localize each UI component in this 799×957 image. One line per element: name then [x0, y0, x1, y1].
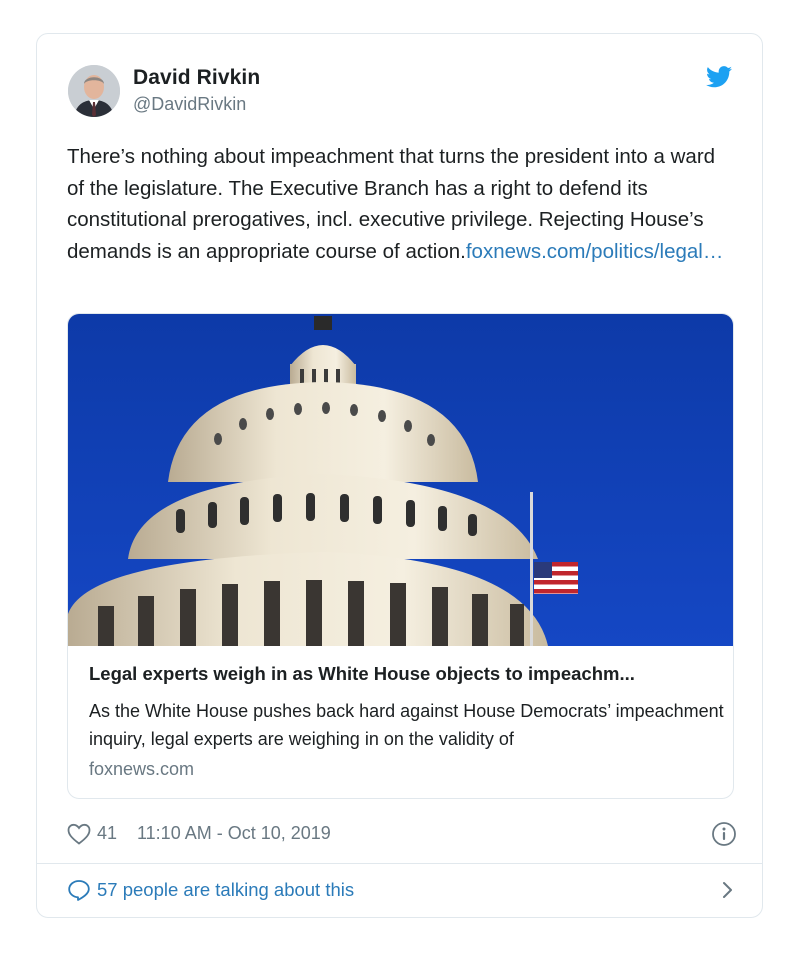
card-domain: foxnews.com [89, 759, 195, 779]
conversation-label[interactable]: 57 people are talking about this [97, 879, 354, 901]
speech-bubble-icon [68, 880, 90, 901]
conversation-link[interactable]: 57 people are talking about this [67, 876, 737, 906]
chevron-right-icon[interactable] [719, 879, 735, 901]
capitol-dome-image [68, 314, 733, 646]
tweet-link[interactable]: foxnews.com/politics/legal… [466, 240, 724, 263]
tweet-text: There’s nothing about impeachment that t… [67, 141, 737, 267]
divider [37, 863, 762, 864]
card-title[interactable]: Legal experts weigh in as White House ob… [89, 663, 719, 685]
author-avatar[interactable] [68, 65, 120, 117]
embedded-tweet[interactable]: David Rivkin @DavidRivkin There’s nothin… [36, 33, 763, 918]
author-handle[interactable]: @DavidRivkin [133, 94, 246, 115]
card-description: As the White House pushes back hard agai… [89, 701, 724, 749]
info-icon[interactable] [711, 821, 737, 847]
tweet-timestamp[interactable]: 11:10 AM - Oct 10, 2019 [137, 823, 331, 844]
heart-icon[interactable] [67, 823, 91, 845]
twitter-bird-icon[interactable] [706, 66, 732, 88]
author-name[interactable]: David Rivkin [133, 66, 260, 90]
like-count[interactable]: 41 [97, 823, 117, 844]
tweet-meta: 41 11:10 AM - Oct 10, 2019 [67, 821, 737, 847]
avatar-photo [68, 65, 120, 117]
link-preview-card[interactable]: Legal experts weigh in as White House ob… [67, 313, 734, 799]
